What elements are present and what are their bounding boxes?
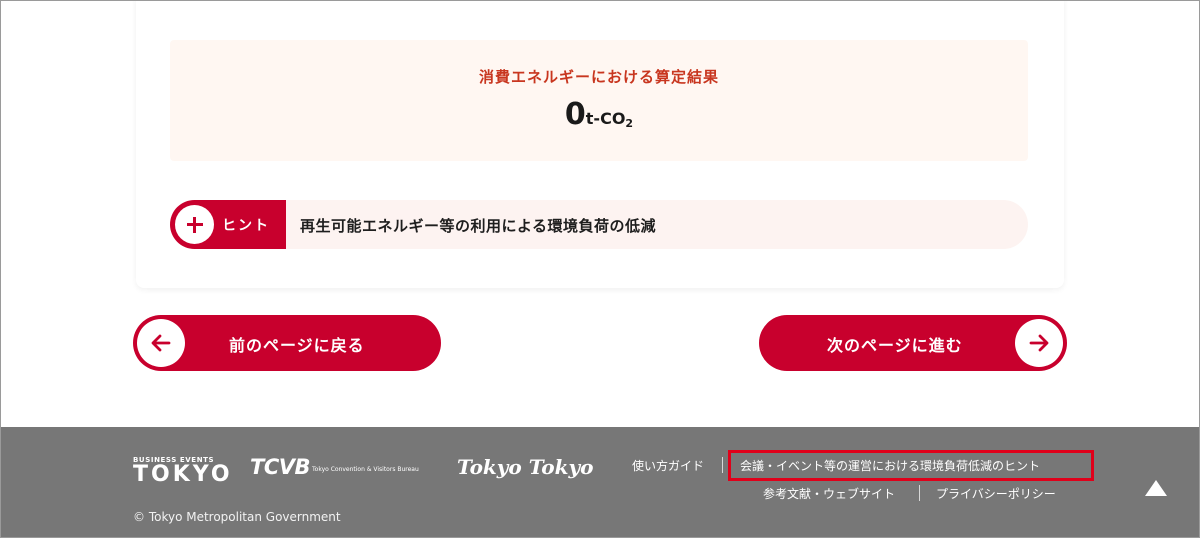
result-unit: t-CO: [585, 109, 626, 128]
plus-icon[interactable]: [175, 205, 214, 244]
business-events-logo-big: TOKYO: [133, 462, 233, 487]
footer-separator: [722, 457, 723, 473]
tokyo-tokyo-logo[interactable]: Tokyo Tokyo: [457, 455, 593, 479]
site-footer: BUSINESS EVENTS TOKYO TCVB Tokyo Conventi…: [0, 427, 1200, 538]
next-page-label: 次のページに進む: [827, 336, 963, 355]
hint-tag[interactable]: ヒント: [170, 200, 286, 249]
triangle-up-icon[interactable]: [1143, 478, 1169, 498]
tcvb-logo-big: TCVB: [250, 455, 311, 479]
arrow-left-icon: [137, 319, 185, 367]
copyright-text: © Tokyo Metropolitan Government: [133, 510, 341, 524]
previous-page-button[interactable]: 前のページに戻る: [133, 315, 441, 371]
previous-page-label: 前のページに戻る: [229, 336, 365, 355]
result-value: 0t-CO2: [170, 97, 1028, 132]
hint-accordion[interactable]: ヒント 再生可能エネルギー等の利用による環境負荷の低減: [170, 200, 1028, 249]
tcvb-logo-small: Tokyo Convention & Visitors Bureau: [312, 466, 419, 473]
footer-separator: [919, 485, 920, 501]
result-number: 0: [564, 97, 586, 132]
result-unit-subscript: 2: [625, 117, 634, 130]
footer-link-guide[interactable]: 使い方ガイド: [632, 457, 704, 474]
hint-text[interactable]: 再生可能エネルギー等の利用による環境負荷の低減: [300, 215, 656, 236]
hint-tag-label: ヒント: [222, 218, 270, 234]
arrow-right-icon: [1015, 319, 1063, 367]
footer-link-references[interactable]: 参考文献・ウェブサイト: [763, 485, 895, 502]
footer-link-privacy[interactable]: プライバシーポリシー: [936, 485, 1056, 502]
business-events-tokyo-logo[interactable]: BUSINESS EVENTS TOKYO: [133, 456, 230, 487]
calculation-result-box: 消費エネルギーにおける算定結果 0t-CO2: [170, 40, 1028, 161]
tcvb-logo[interactable]: TCVB Tokyo Convention & Visitors Bureau: [250, 455, 419, 481]
next-page-button[interactable]: 次のページに進む: [759, 315, 1067, 371]
main-content: 消費エネルギーにおける算定結果 0t-CO2 ヒント 再生可能エネルギー等の利用…: [0, 0, 1200, 427]
footer-link-hints[interactable]: 会議・イベント等の運営における環境負荷低減のヒント: [740, 457, 1040, 474]
result-title: 消費エネルギーにおける算定結果: [478, 68, 719, 86]
